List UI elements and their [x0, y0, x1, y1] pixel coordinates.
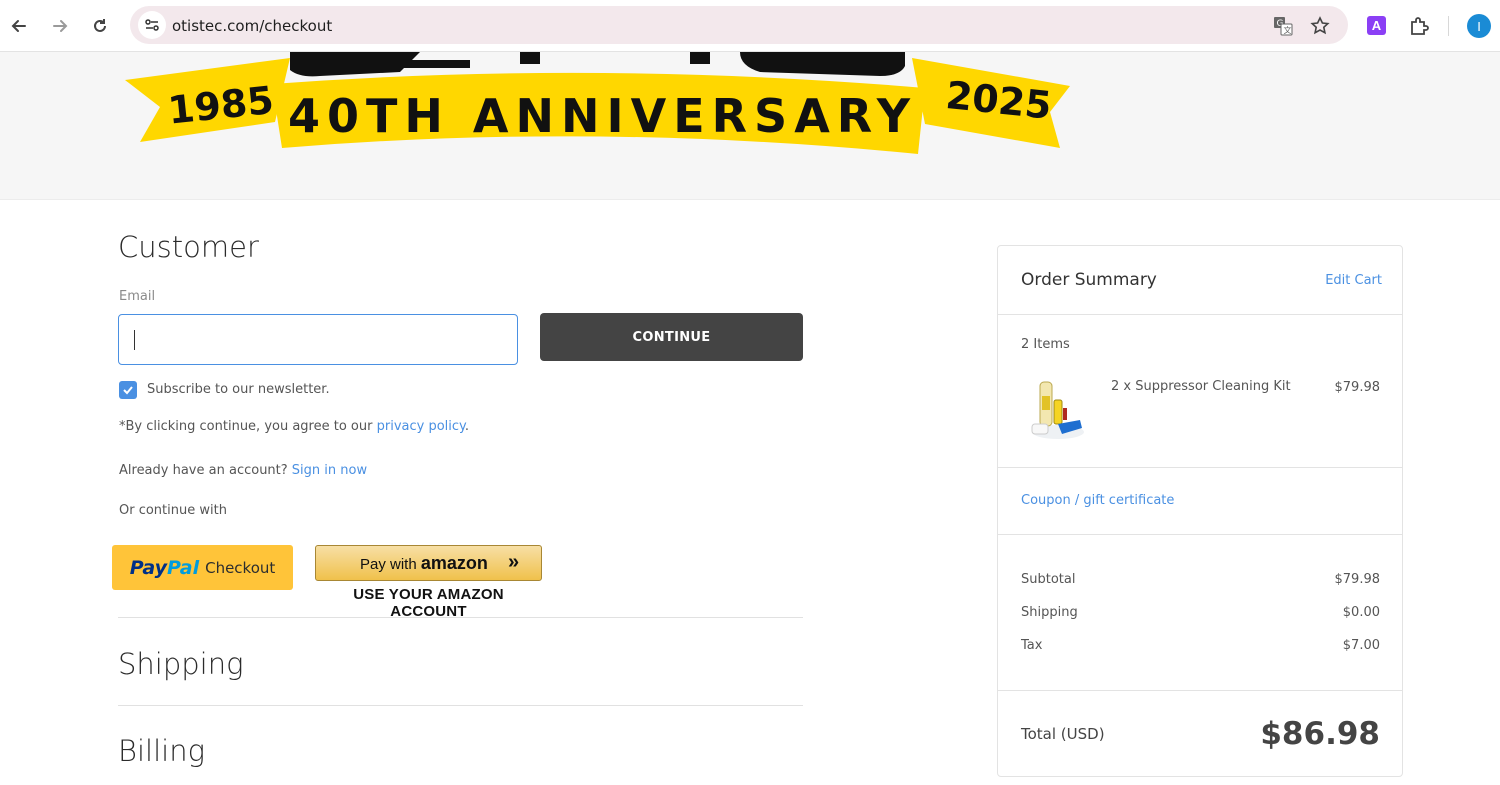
address-bar[interactable]: otistec.com/checkout G文	[130, 6, 1348, 44]
amazon-logo: amazon	[420, 553, 488, 573]
coupon-link[interactable]: Coupon / gift certificate	[1021, 493, 1174, 508]
bookmark-star-icon[interactable]	[1309, 15, 1331, 37]
puzzle-icon[interactable]	[1407, 14, 1431, 38]
summary-divider	[998, 467, 1402, 468]
tax-value: $7.00	[1342, 638, 1380, 653]
paypal-logo-pal: Pal	[167, 556, 200, 579]
order-summary-title: Order Summary	[1021, 270, 1157, 290]
profile-avatar[interactable]: I	[1467, 14, 1491, 38]
total-label: Total (USD)	[1021, 725, 1105, 743]
newsletter-label[interactable]: Subscribe to our newsletter.	[147, 382, 330, 397]
browser-toolbar: otistec.com/checkout G文 A I	[0, 0, 1500, 52]
svg-text:文: 文	[1284, 25, 1292, 35]
banner-headline: 40TH ANNIVERSARY	[288, 89, 917, 143]
back-icon[interactable]	[5, 12, 33, 40]
privacy-notice: *By clicking continue, you agree to our …	[119, 419, 469, 434]
shipping-label: Shipping	[1021, 605, 1078, 620]
billing-title[interactable]: Billing	[118, 734, 205, 768]
subtotal-value: $79.98	[1334, 572, 1381, 587]
continue-button[interactable]: CONTINUE	[540, 313, 803, 361]
shipping-value: $0.00	[1342, 605, 1380, 620]
edit-cart-link[interactable]: Edit Cart	[1325, 273, 1382, 288]
privacy-notice-suffix: .	[464, 419, 470, 434]
paypal-logo-pay: Pay	[129, 556, 168, 579]
subtotal-label: Subtotal	[1021, 572, 1076, 587]
shipping-title[interactable]: Shipping	[118, 647, 244, 681]
product-price: $79.98	[1334, 380, 1381, 395]
url-text[interactable]: otistec.com/checkout	[172, 17, 332, 35]
forward-icon[interactable]	[46, 12, 74, 40]
amazon-pay-button[interactable]: Pay with amazon »	[315, 545, 542, 581]
account-prompt: Already have an account? Sign in now	[119, 463, 367, 478]
summary-divider	[998, 690, 1402, 691]
items-count: 2 Items	[1021, 337, 1070, 352]
toolbar-separator	[1448, 16, 1449, 36]
email-label: Email	[119, 289, 156, 304]
reload-icon[interactable]	[86, 12, 114, 40]
section-divider	[118, 705, 803, 706]
product-name: 2 x Suppressor Cleaning Kit	[1111, 379, 1291, 394]
anniversary-banner: 1985 40TH ANNIVERSARY 2025	[0, 52, 1500, 200]
tax-label: Tax	[1021, 638, 1043, 653]
site-settings-icon[interactable]	[138, 11, 166, 39]
paypal-checkout-label: Checkout	[205, 558, 276, 577]
summary-divider	[998, 534, 1402, 535]
account-prompt-text: Already have an account?	[119, 463, 292, 478]
text-cursor	[134, 330, 135, 350]
amazon-caption: USE YOUR AMAZON ACCOUNT	[353, 586, 504, 620]
amazon-pay-label: Pay with amazon	[360, 553, 488, 574]
newsletter-checkbox[interactable]	[119, 381, 137, 399]
sign-in-link[interactable]: Sign in now	[292, 463, 367, 478]
total-value: $86.98	[1260, 716, 1380, 752]
summary-divider	[998, 314, 1402, 315]
product-image	[1028, 378, 1086, 442]
privacy-notice-text: *By clicking continue, you agree to our	[119, 419, 377, 434]
amazon-pay-with: Pay with	[360, 556, 417, 573]
amazon-arrows-icon: »	[508, 551, 520, 573]
email-field[interactable]	[118, 314, 518, 365]
paypal-checkout-button[interactable]: Pay Pal Checkout	[112, 545, 293, 590]
customer-title: Customer	[118, 230, 259, 264]
extension-icon[interactable]: A	[1367, 16, 1386, 35]
translate-icon[interactable]: G文	[1272, 15, 1294, 37]
or-continue-label: Or continue with	[119, 503, 227, 518]
privacy-policy-link[interactable]: privacy policy	[377, 419, 465, 434]
order-summary: Order Summary Edit Cart 2 Items 2 x Supp…	[997, 245, 1403, 777]
section-divider	[118, 617, 803, 618]
